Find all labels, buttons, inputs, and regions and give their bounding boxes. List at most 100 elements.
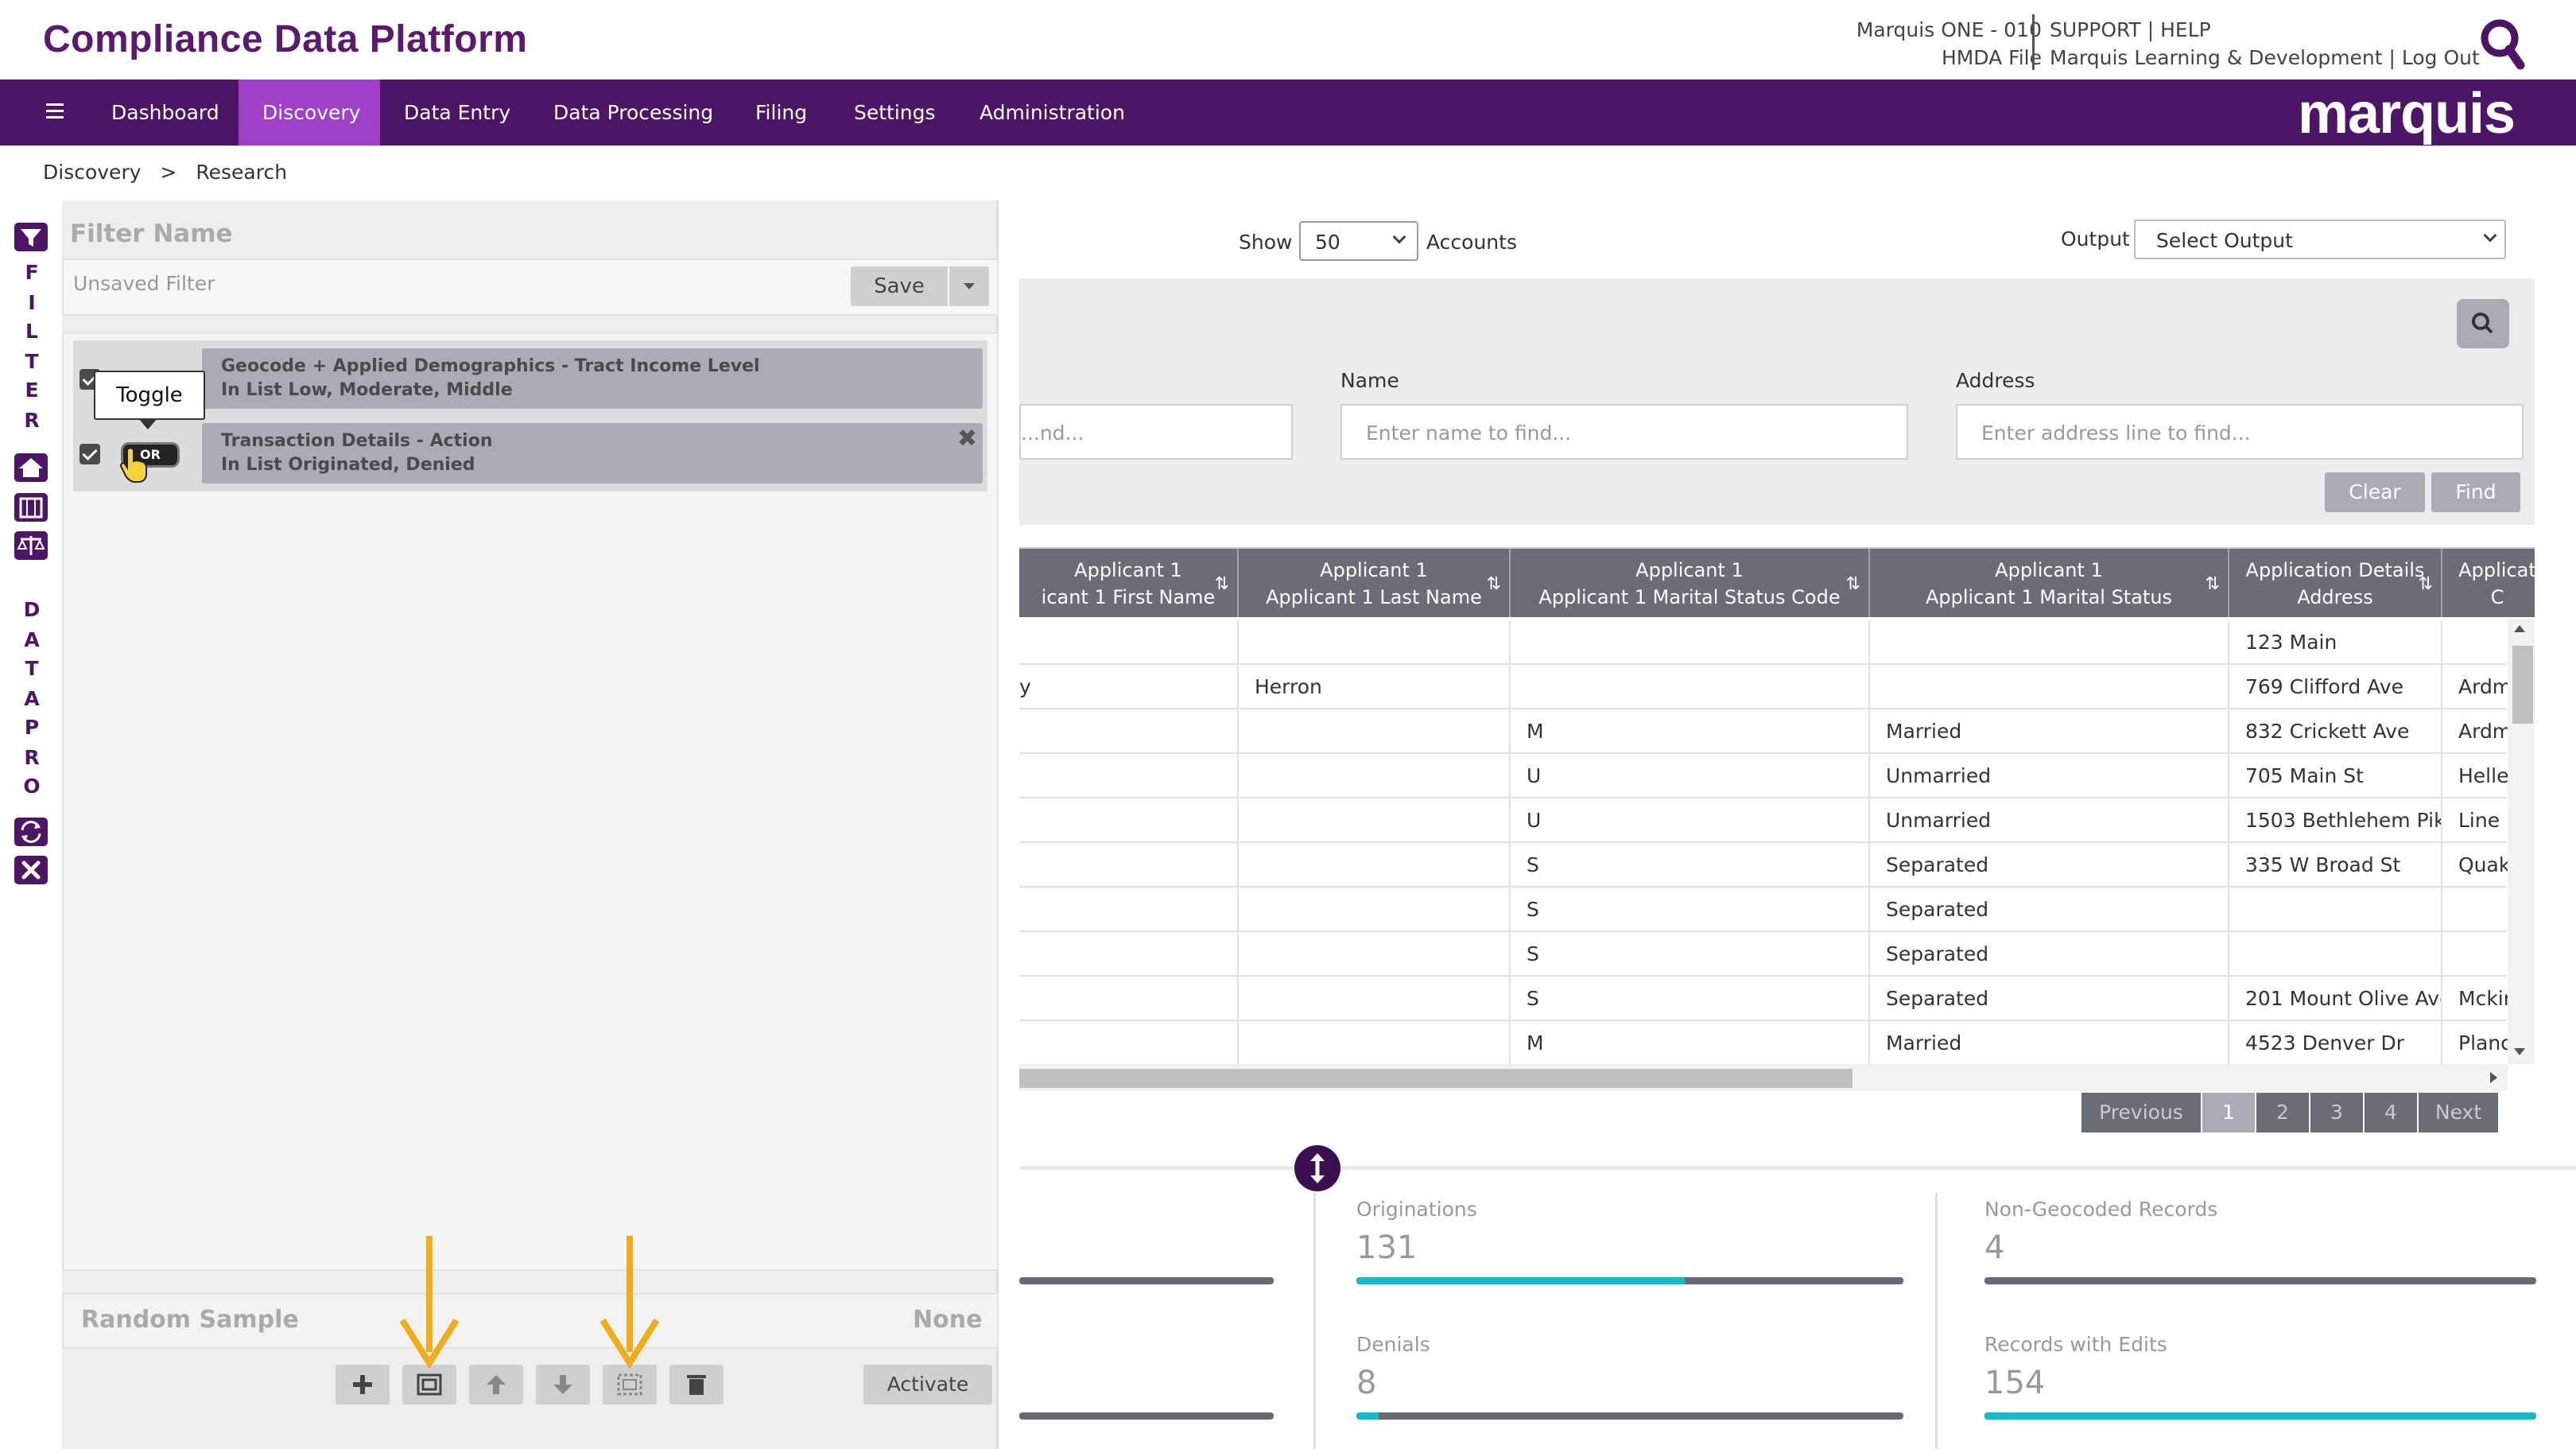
next-page-button[interactable]: Next [2419,1093,2498,1132]
column-header-group: Application Details [2245,559,2425,581]
delete-filter-button[interactable] [669,1365,724,1404]
scale-icon[interactable] [13,530,49,561]
column-header[interactable]: Applicant 1 Applicant 1 Marital Status Co… [1511,549,1870,617]
stat-label: Denials [1356,1333,1430,1356]
nav-discovery[interactable]: Discovery [239,80,380,146]
nav-data-processing[interactable]: Data Processing [530,80,737,146]
column-header-group: Applicant 1 [1320,559,1428,581]
resize-handle[interactable] [1294,1145,1340,1191]
table-row[interactable]: S Separated [1019,888,2506,932]
remove-filter-icon[interactable]: ✖ [957,425,977,453]
filter-name-input[interactable]: Unsaved Filter [73,272,215,295]
table-row[interactable]: S Separated 201 Mount Olive Ave Mckir [1019,977,2512,1021]
name-search-input[interactable]: Enter name to find... [1340,404,1908,460]
table-row[interactable]: y Herron 769 Clifford Ave Ardm [1019,665,2512,709]
table-row[interactable]: U Unmarried 1503 Bethlehem Pike Line L [1019,798,2517,843]
breadcrumb-discovery[interactable]: Discovery [43,161,142,184]
group-icon [417,1373,442,1396]
search-toggle-button[interactable] [2457,299,2509,348]
table-cell: 4523 Denver Dr [2229,1021,2442,1066]
arrow-down-icon [553,1375,572,1394]
nav-settings[interactable]: Settings [830,80,960,146]
resize-vertical-icon [1310,1153,1325,1183]
partial-search-input[interactable]: ...nd... [1019,404,1293,460]
find-button[interactable]: Find [2431,472,2520,512]
page-3-button[interactable]: 3 [2310,1093,2363,1132]
sort-icon[interactable]: ⇅ [1215,571,1229,598]
menu-icon[interactable] [35,100,76,129]
column-header-field: C [2490,586,2504,608]
learning-logout-link[interactable]: Marquis Learning & Development | Log Out [2050,44,2480,72]
column-header-field: Applicant 1 Marital Status Code [1538,586,1841,608]
table-cell: Separated [1870,977,2229,1021]
table-row[interactable]: M Married 832 Crickett Ave Ardm [1019,709,2512,754]
table-cell [1019,932,1239,977]
group-filters-button[interactable] [402,1365,456,1404]
horizontal-scroll-thumb[interactable] [1019,1069,1852,1088]
table-row[interactable]: U Unmarried 705 Main St Helle [1019,754,2508,798]
table-row[interactable]: S Separated 335 W Broad St Quak [1019,843,2510,888]
page-4-button[interactable]: 4 [2365,1093,2417,1132]
address-label: Address [1956,369,2035,392]
page-2-button[interactable]: 2 [2256,1093,2309,1132]
close-panel-icon[interactable] [13,854,49,886]
sort-icon[interactable]: ⇅ [2206,571,2220,598]
table-cell: Separated [1870,932,2229,977]
support-help-link[interactable]: SUPPORT | HELP [2050,16,2480,44]
filter-2-checkbox[interactable] [80,444,100,464]
move-down-button[interactable] [536,1365,590,1404]
page-size-select[interactable]: 50 [1299,221,1418,261]
nav-administration[interactable]: Administration [956,80,1149,146]
sort-icon[interactable]: ⇅ [2419,571,2433,598]
filter-item[interactable]: Geocode + Applied Demographics - Tract I… [202,348,983,409]
results-grid: Applicant 1 icant 1 First Name ⇅ Applicant … [1019,547,2535,1096]
stat-bar [1984,1412,2536,1420]
previous-page-button[interactable]: Previous [2081,1093,2201,1132]
save-button[interactable]: Save [851,266,948,306]
header-divider [2032,14,2035,70]
activate-button[interactable]: Activate [863,1365,992,1404]
support-links: SUPPORT | HELP Marquis Learning & Develo… [2050,16,2480,72]
scroll-up-icon[interactable] [2514,625,2525,632]
column-header-group: Applicant 1 [1635,559,1744,581]
table-row[interactable]: 123 Main [1019,620,2506,665]
column-header[interactable]: Application Details Address ⇅ [2229,549,2442,617]
column-header[interactable]: Applicat C [2442,549,2535,617]
search-icon[interactable] [2479,17,2525,70]
sort-icon[interactable]: ⇅ [1846,571,1860,598]
stat-label: Non-Geocoded Records [1984,1198,2218,1221]
page-1-button[interactable]: 1 [2202,1093,2255,1132]
sort-icon[interactable]: ⇅ [1487,571,1501,598]
scroll-down-icon[interactable] [2514,1048,2525,1055]
ungroup-filters-button[interactable] [603,1365,657,1404]
save-dropdown-button[interactable] [949,266,989,306]
account-name[interactable]: Marquis ONE - 010 [1856,16,2042,44]
datapro-letter: D [23,598,41,621]
app-title: Compliance Data Platform [43,18,528,60]
column-header[interactable]: Applicant 1 icant 1 First Name ⇅ [1019,549,1239,617]
scroll-right-icon[interactable] [2490,1072,2497,1083]
vertical-scroll-thumb[interactable] [2512,646,2533,724]
column-header[interactable]: Applicant 1 Applicant 1 Marital Status ⇅ [1870,549,2229,617]
clear-button[interactable]: Clear [2325,472,2425,512]
nav-filing[interactable]: Filing [731,80,831,146]
filter-icon[interactable] [13,221,49,253]
filter-letter: R [24,409,40,432]
table-row[interactable]: M Married 4523 Denver Dr Planc [1019,1021,2512,1066]
chevron-down-icon [2483,228,2497,243]
nav-dashboard[interactable]: Dashboard [87,80,243,146]
column-header[interactable]: Applicant 1 Applicant 1 Last Name ⇅ [1239,549,1511,617]
add-filter-button[interactable] [336,1365,390,1404]
file-name[interactable]: HMDA File [1856,44,2042,72]
address-search-input[interactable]: Enter address line to find... [1956,404,2524,460]
refresh-icon[interactable] [13,816,49,848]
nav-data-entry[interactable]: Data Entry [380,80,534,146]
filter-item[interactable]: Transaction Details - Action In List Ori… [202,423,983,484]
home-icon[interactable] [13,452,49,484]
move-up-button[interactable] [469,1365,523,1404]
column-header-group: Applicat [2458,559,2535,581]
building-icon[interactable] [13,491,49,523]
table-row[interactable]: S Separated [1019,932,2506,977]
stats-column-divider [1935,1193,1938,1449]
output-select[interactable]: Select Output [2134,219,2506,259]
